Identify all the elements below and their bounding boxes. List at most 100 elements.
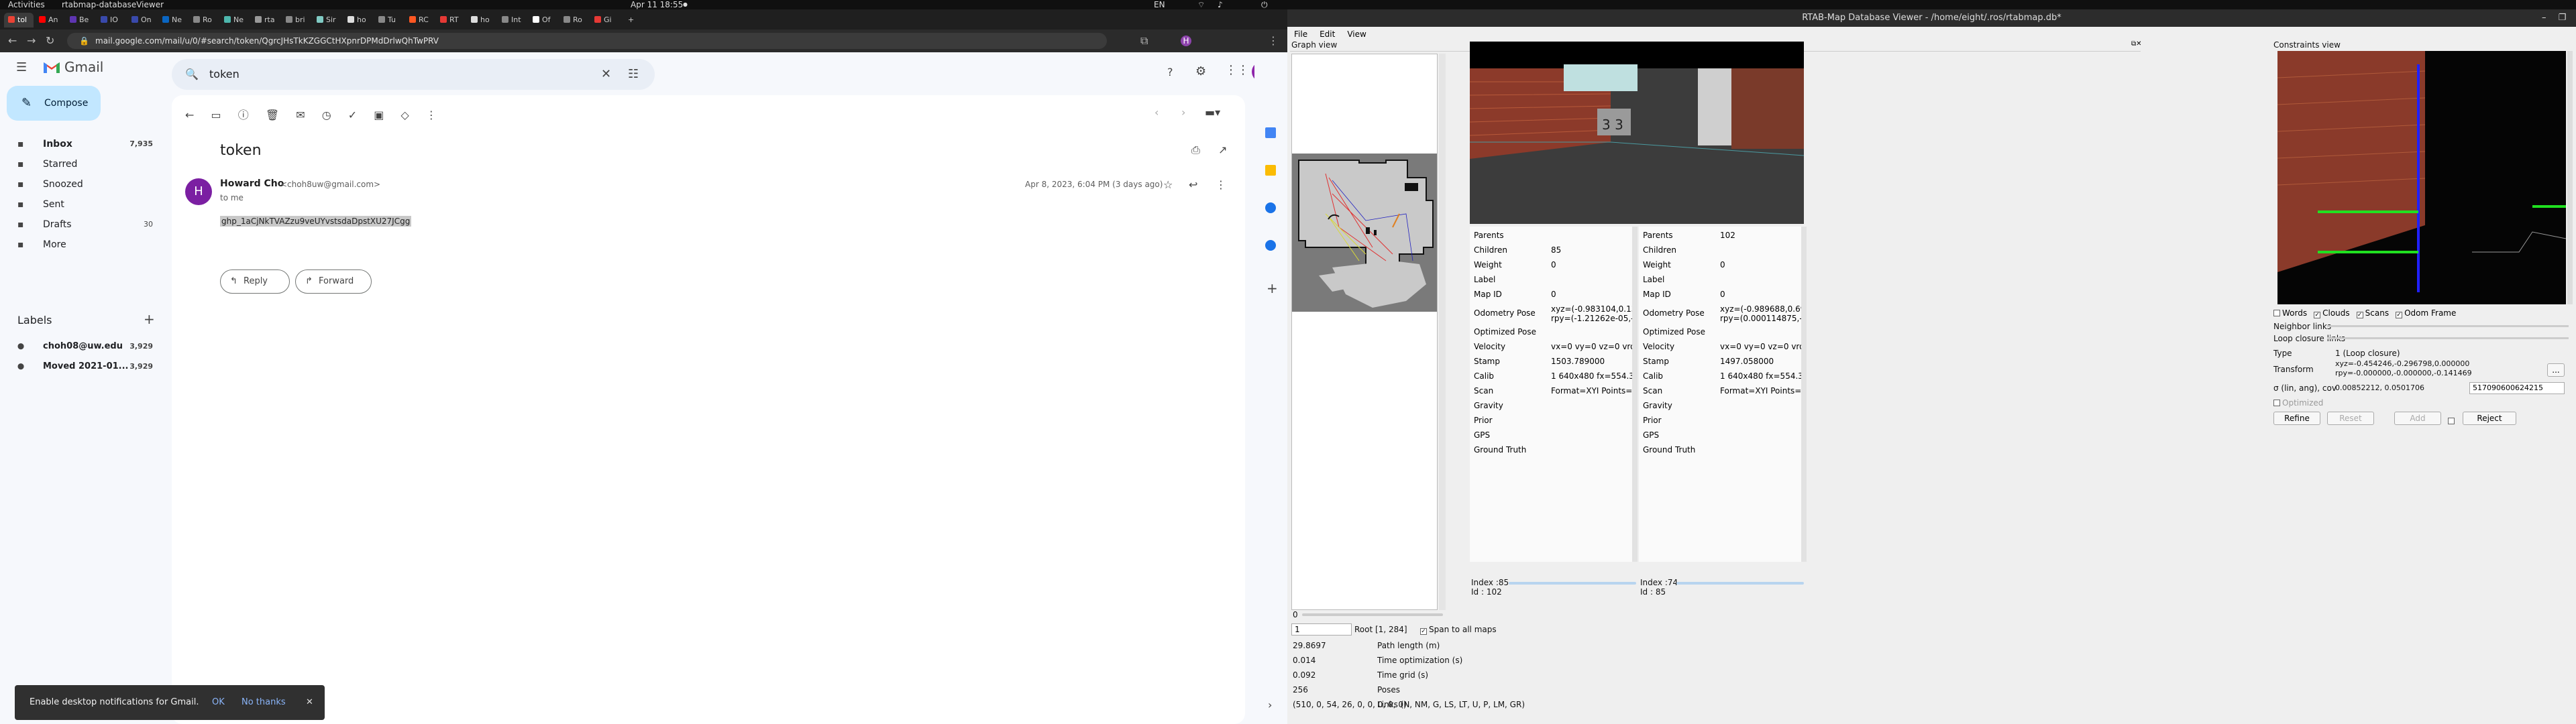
add-addon-icon[interactable]: + (1267, 280, 1278, 296)
optimized-checkbox[interactable]: Optimized (2273, 398, 2323, 408)
iterations-slider[interactable] (1302, 613, 1443, 616)
3d-cloud-view[interactable]: 3 3 (1470, 42, 1804, 224)
language-indicator[interactable]: EN (1154, 0, 1165, 9)
more-options-icon[interactable]: ⋮ (426, 109, 437, 121)
right-props-scrollbar[interactable] (1801, 227, 1807, 562)
star-icon[interactable]: ☆ (1163, 178, 1173, 191)
browser-tab[interactable]: tol (4, 13, 34, 27)
neighbor-links-slider[interactable] (2327, 325, 2569, 327)
newer-icon[interactable]: ‹ (1155, 106, 1159, 119)
expand-panel-icon[interactable]: › (1268, 699, 1272, 711)
activities-button[interactable]: Activities (8, 0, 45, 9)
browser-tab[interactable]: IO (97, 13, 126, 27)
label-item[interactable]: ⬤ Moved 2021-01... 3,929 (0, 357, 161, 377)
power-icon[interactable]: ⏻ (1261, 0, 1268, 9)
browser-tab[interactable]: Gi (590, 13, 620, 27)
reset-button[interactable]: Reset (2327, 412, 2374, 425)
graph-scrollbar[interactable] (1439, 54, 1446, 610)
toast-close-icon[interactable]: ✕ (306, 685, 313, 720)
clear-search-icon[interactable]: ✕ (601, 59, 611, 90)
right-index-slider[interactable] (1676, 582, 1804, 585)
toast-no-thanks-button[interactable]: No thanks (241, 685, 286, 720)
occupancy-map[interactable] (1292, 154, 1437, 312)
browser-tab[interactable]: Be (66, 13, 95, 27)
back-icon[interactable]: ← (8, 29, 17, 52)
volume-icon[interactable]: ♪ (1218, 0, 1223, 9)
left-index-slider[interactable] (1509, 582, 1636, 585)
calendar-icon[interactable] (1265, 127, 1276, 138)
forward-button[interactable]: ↱ Forward (295, 269, 372, 294)
search-input[interactable]: token (209, 68, 239, 80)
recipient-line[interactable]: to me (220, 193, 244, 202)
menu-view[interactable]: View (1347, 29, 1366, 39)
panel-float-icon[interactable]: ⧉✕ (2131, 40, 2142, 48)
search-bar[interactable]: 🔍 token ✕ ☷ (172, 59, 655, 90)
span-all-maps-checkbox[interactable]: ✓ Span to all maps (1420, 625, 1497, 635)
reject-button[interactable]: Reject (2463, 412, 2516, 425)
browser-tab[interactable]: rta (251, 13, 280, 27)
add-label-icon[interactable]: + (144, 311, 155, 327)
left-props-scrollbar[interactable] (1632, 227, 1638, 562)
sender-name[interactable]: Howard Cho (220, 178, 284, 189)
snooze-icon[interactable]: ◷ (322, 109, 331, 121)
option-words-checkbox[interactable]: Words (2273, 308, 2307, 318)
browser-tab[interactable]: An (35, 13, 64, 27)
extensions-icon[interactable]: ⧉ (1140, 29, 1148, 52)
nav-item-drafts[interactable]: ▪ Drafts 30 (0, 215, 161, 235)
add-button[interactable]: Add (2394, 412, 2441, 425)
nav-item-inbox[interactable]: ▪ Inbox 7,935 (0, 134, 161, 154)
mark-unread-icon[interactable]: ✉ (296, 109, 305, 121)
main-menu-icon[interactable]: ☰ (16, 60, 27, 74)
label-icon[interactable]: ◇ (401, 109, 409, 121)
sender-email[interactable]: <choh8uw@gmail.com> (280, 180, 380, 189)
option-scans-checkbox[interactable]: ✓ Scans (2356, 308, 2389, 318)
settings-gear-icon[interactable]: ⚙ (1195, 64, 1206, 78)
search-options-icon[interactable]: ☷ (628, 59, 639, 90)
nav-item-more[interactable]: ▪ More (0, 235, 161, 255)
iterations-spinbox[interactable]: 1 (1291, 623, 1352, 636)
chrome-menu-icon[interactable]: ⋮ (1268, 29, 1279, 52)
older-icon[interactable]: › (1181, 106, 1185, 119)
clock[interactable]: Apr 11 18:55 (631, 0, 683, 9)
browser-tab[interactable]: RC (405, 13, 435, 27)
browser-tab[interactable]: On (127, 13, 157, 27)
more-icon[interactable]: ⋮ (1216, 178, 1226, 191)
option-clouds-checkbox[interactable]: ✓ Clouds (2314, 308, 2350, 318)
open-new-window-icon[interactable]: ↗ (1218, 143, 1227, 156)
browser-tab[interactable]: Ne (158, 13, 188, 27)
browser-tab[interactable]: Of (529, 13, 558, 27)
contacts-icon[interactable] (1265, 240, 1276, 251)
url-text[interactable]: mail.google.com/mail/u/0/#search/token/Q… (95, 36, 439, 46)
back-to-list-icon[interactable]: ← (185, 109, 194, 121)
nav-item-sent[interactable]: ▪ Sent (0, 194, 161, 215)
wifi-icon[interactable]: ⌔ (1197, 0, 1205, 9)
constraints-3d-view[interactable] (2277, 51, 2566, 304)
reply-icon[interactable]: ↩ (1189, 178, 1197, 191)
refine-button[interactable]: Refine (2273, 412, 2320, 425)
help-icon[interactable]: ? (1167, 66, 1173, 78)
apps-grid-icon[interactable]: ⋮⋮ (1225, 63, 1249, 77)
browser-tab[interactable]: ho (343, 13, 373, 27)
delete-icon[interactable]: 🗑 (266, 109, 279, 121)
loop-closure-slider[interactable] (2327, 337, 2569, 339)
browser-tab[interactable]: Tu (374, 13, 404, 27)
move-to-icon[interactable]: ▣ (374, 109, 384, 121)
reply-button[interactable]: ↰ Reply (220, 269, 290, 294)
covariance-field[interactable]: 517090600624215 (2469, 382, 2565, 394)
nav-item-snoozed[interactable]: ▪ Snoozed (0, 174, 161, 194)
profile-avatar[interactable]: H (1181, 36, 1191, 46)
browser-tab[interactable]: Ne (220, 13, 250, 27)
reload-icon[interactable]: ↻ (46, 29, 54, 52)
search-icon[interactable]: 🔍 (185, 59, 199, 90)
tasks-icon[interactable] (1265, 202, 1276, 213)
menu-edit[interactable]: Edit (1320, 29, 1335, 39)
browser-tab[interactable]: Ro (189, 13, 219, 27)
graph-view-canvas[interactable] (1291, 54, 1438, 610)
add-task-icon[interactable]: ✓ (348, 109, 357, 121)
address-bar[interactable]: 🔒 mail.google.com/mail/u/0/#search/token… (67, 33, 1107, 49)
constraints-scrollbar[interactable] (2567, 51, 2573, 304)
archive-icon[interactable]: ▭ (211, 109, 221, 121)
nav-item-starred[interactable]: ▪ Starred (0, 154, 161, 174)
input-tools-icon[interactable]: ▬▾ (1205, 106, 1220, 119)
browser-tab[interactable]: Int (498, 13, 527, 27)
